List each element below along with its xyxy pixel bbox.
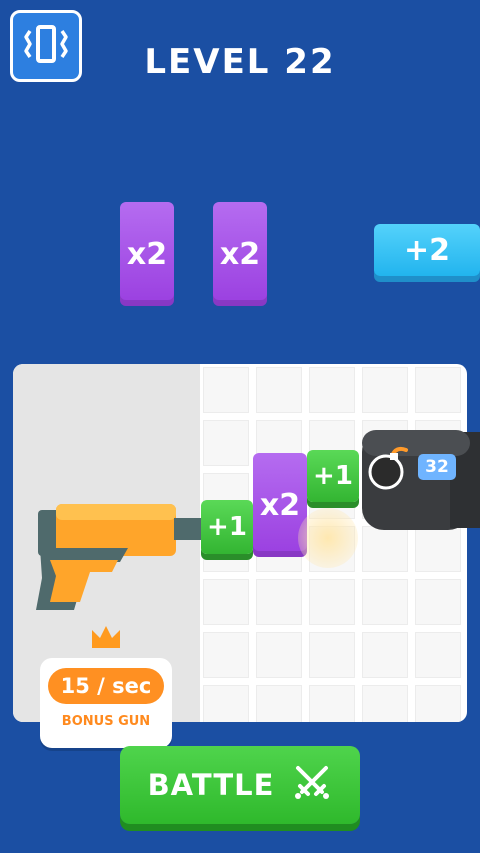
battle-button[interactable]: BATTLE	[120, 746, 360, 824]
gate-label: +1	[207, 512, 247, 542]
grid-cell	[256, 367, 302, 413]
add-gate: +1	[201, 500, 253, 554]
grid-cell	[309, 579, 355, 625]
gate-label: +2	[403, 232, 450, 268]
grid-cell	[256, 685, 302, 722]
grid-cell	[415, 367, 461, 413]
battle-label: BATTLE	[147, 768, 275, 802]
grid-cell	[415, 579, 461, 625]
grid-cell	[415, 685, 461, 722]
gun	[28, 498, 218, 628]
enemy-hp-counter: 32	[418, 454, 456, 480]
gate-label: +1	[313, 461, 353, 491]
grid-cell	[256, 579, 302, 625]
multiplier-gate: x2	[213, 202, 267, 306]
grid-cell	[362, 367, 408, 413]
crown-icon	[90, 624, 122, 654]
bonus-gun-card[interactable]: 15 / sec BONUS GUN	[40, 658, 172, 748]
multiplier-gate: x2	[120, 202, 174, 306]
grid-cell	[309, 685, 355, 722]
muzzle-flash	[298, 508, 358, 568]
gate-label: x2	[259, 487, 301, 523]
grid-cell	[203, 420, 249, 466]
grid-cell	[203, 632, 249, 678]
bonus-gate: +2	[374, 224, 480, 276]
crossed-swords-icon	[292, 762, 332, 809]
grid-cell	[203, 367, 249, 413]
level-title: LEVEL 22	[144, 42, 336, 82]
fire-rate-badge: 15 / sec	[48, 668, 164, 704]
bomb-icon	[366, 444, 414, 494]
grid-cell	[415, 632, 461, 678]
grid-cell	[309, 632, 355, 678]
grid-cell	[309, 367, 355, 413]
grid-cell	[362, 579, 408, 625]
gate-label: x2	[126, 236, 168, 272]
grid-cell	[362, 685, 408, 722]
gate-label: x2	[219, 236, 261, 272]
grid-cell	[362, 632, 408, 678]
add-gate: +1	[307, 450, 359, 502]
bonus-gun-label: BONUS GUN	[61, 714, 151, 729]
grid-cell	[203, 685, 249, 722]
grid-cell	[256, 632, 302, 678]
